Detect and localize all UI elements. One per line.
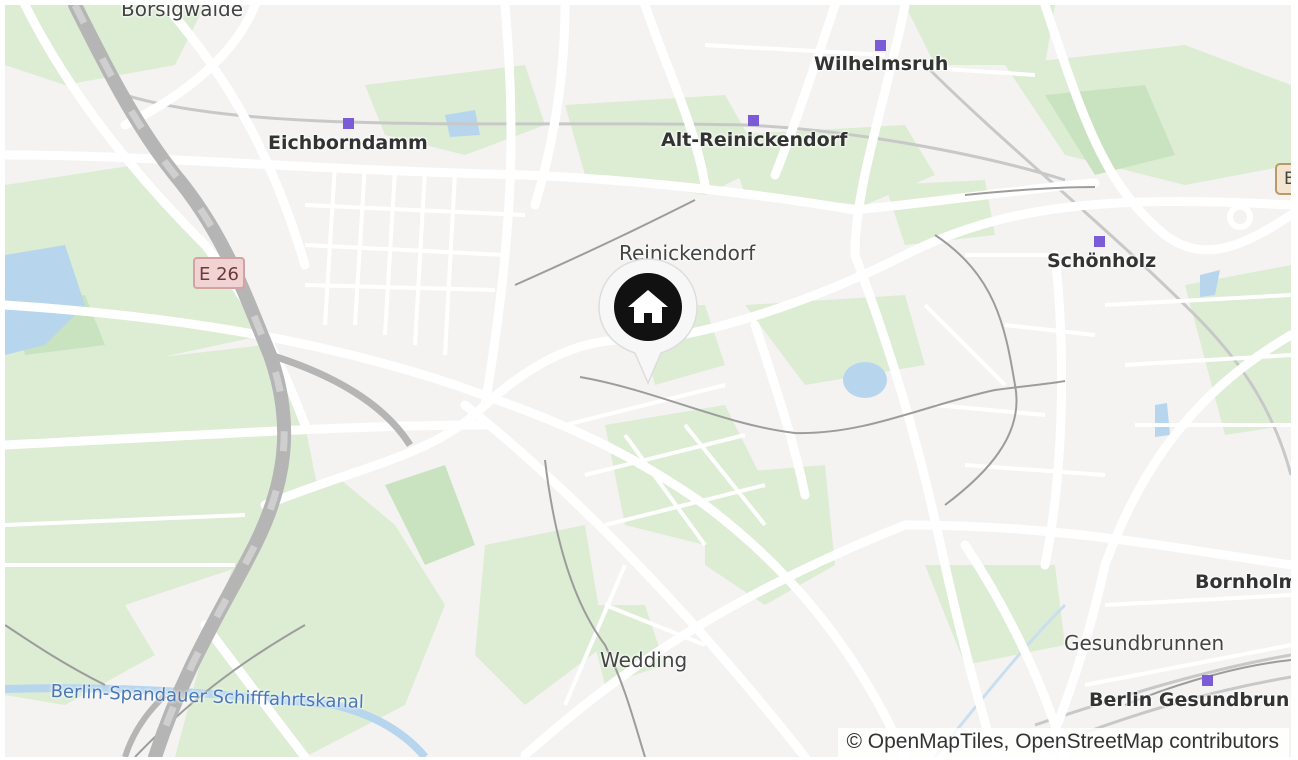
label-alt-reinickendorf: Alt-Reinickendorf [661, 129, 848, 151]
station-marker-alt-reinickendorf[interactable] [748, 115, 759, 126]
label-wilhelmsruh: Wilhelmsruh [814, 53, 949, 75]
label-borsigwalde: Borsigwalde [121, 5, 244, 21]
map-canvas[interactable]: E 26 B Borsigwalde Wilhelmsruh Eichbornd… [5, 5, 1291, 757]
map-attribution: © OpenMapTiles, OpenStreetMap contributo… [838, 728, 1289, 757]
station-marker-eichborndamm[interactable] [343, 118, 354, 129]
station-marker-wilhelmsruh[interactable] [875, 40, 886, 51]
station-marker-schoenholz[interactable] [1094, 236, 1105, 247]
label-gesundbrunnen: Gesundbrunnen [1064, 631, 1225, 655]
label-wedding: Wedding [600, 648, 688, 672]
label-eichborndamm: Eichborndamm [268, 132, 428, 154]
label-schoenholz: Schönholz [1047, 250, 1157, 272]
station-marker-gesundbrunnen[interactable] [1202, 675, 1213, 686]
edge-road-badge: B [1275, 163, 1291, 195]
label-bornholm: Bornholm [1195, 571, 1291, 593]
location-marker[interactable] [597, 257, 699, 385]
label-berlin-gesundbrunnen: Berlin Gesundbrunn [1089, 689, 1291, 711]
road-shield-e26: E 26 [193, 257, 245, 289]
